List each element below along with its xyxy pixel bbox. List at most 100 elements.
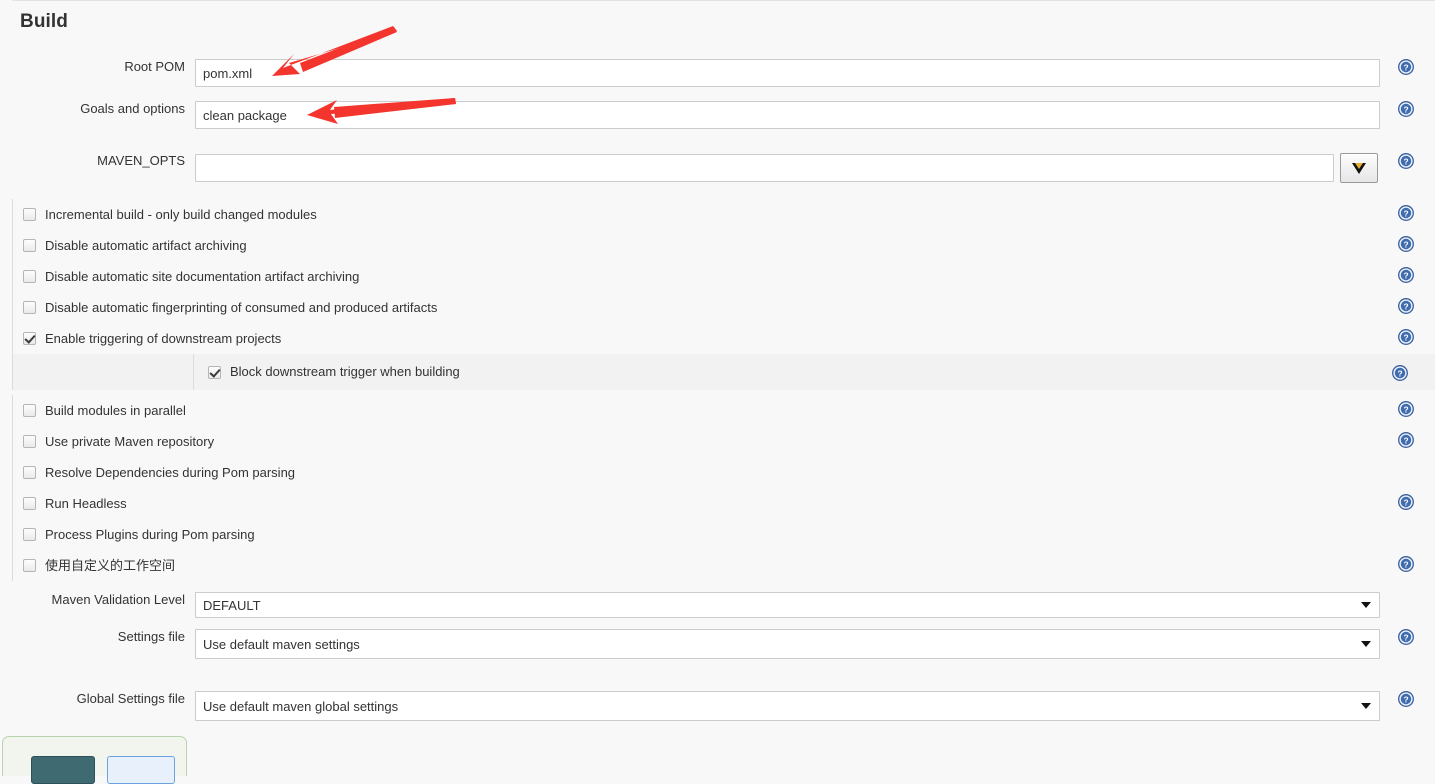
- checkbox-row-disable-fingerprinting[interactable]: Disable automatic fingerprinting of cons…: [13, 292, 1435, 323]
- goals-field-wrap: [195, 101, 1435, 129]
- checkbox-row-disable-site-doc-archiving[interactable]: Disable automatic site documentation art…: [13, 261, 1435, 292]
- checkbox-row-build-modules-parallel[interactable]: Build modules in parallel: [13, 395, 1435, 426]
- checkbox-row-block-downstream-trigger[interactable]: Block downstream trigger when building: [13, 354, 1435, 390]
- save-button[interactable]: [31, 756, 95, 784]
- page-title: Build: [20, 11, 68, 32]
- help-icon-disable-artifact-archiving[interactable]: ?: [1398, 236, 1414, 252]
- help-icon-run-headless[interactable]: ?: [1398, 494, 1414, 510]
- svg-text:?: ?: [1403, 560, 1408, 570]
- settings-file-value: Use default maven settings: [203, 636, 360, 652]
- maven-opts-label: MAVEN_OPTS: [97, 153, 185, 168]
- maven-opts-dropdown-button[interactable]: [1340, 153, 1378, 183]
- svg-text:?: ?: [1403, 302, 1408, 312]
- svg-text:?: ?: [1403, 105, 1408, 115]
- help-icon-custom-workspace[interactable]: ?: [1398, 556, 1414, 572]
- form-row-maven-opts: MAVEN_OPTS: [0, 153, 1435, 183]
- form-row-global-settings-file: Global Settings file Use default maven g…: [0, 691, 1435, 721]
- nested-indent-wrap: Block downstream trigger when building: [193, 354, 1435, 390]
- checkbox-row-process-plugins[interactable]: Process Plugins during Pom parsing: [13, 519, 1435, 550]
- checkbox-group-top: Incremental build - only build changed m…: [12, 199, 1435, 390]
- help-icon-root-pom[interactable]: ?: [1398, 59, 1414, 75]
- checkbox-resolve-dependencies[interactable]: [23, 466, 36, 479]
- help-icon-enable-downstream-trigger[interactable]: ?: [1398, 329, 1414, 345]
- checkbox-label: 使用自定义的工作空间: [45, 557, 176, 573]
- help-icon-incremental-build[interactable]: ?: [1398, 205, 1414, 221]
- global-settings-file-label: Global Settings file: [76, 691, 185, 706]
- help-icon-build-modules-parallel[interactable]: ?: [1398, 401, 1414, 417]
- svg-text:?: ?: [1403, 695, 1408, 705]
- svg-text:?: ?: [1403, 333, 1408, 343]
- checkbox-private-maven-repo[interactable]: [23, 435, 36, 448]
- checkbox-incremental-build[interactable]: [23, 208, 36, 221]
- root-pom-field-wrap: [195, 59, 1435, 87]
- checkbox-label: Use private Maven repository: [45, 433, 215, 449]
- form-row-root-pom: Root POM: [0, 59, 1435, 87]
- goals-label: Goals and options: [80, 101, 185, 116]
- checkbox-label: Process Plugins during Pom parsing: [45, 526, 255, 542]
- svg-text:?: ?: [1403, 271, 1408, 281]
- root-pom-label: Root POM: [124, 59, 185, 74]
- checkbox-row-custom-workspace[interactable]: 使用自定义的工作空间: [13, 550, 1435, 581]
- apply-button[interactable]: [107, 756, 175, 784]
- chevron-down-icon: [1361, 602, 1371, 608]
- chevron-down-icon: [1361, 641, 1371, 647]
- checkbox-row-private-maven-repo[interactable]: Use private Maven repository: [13, 426, 1435, 457]
- checkbox-disable-site-doc-archiving[interactable]: [23, 270, 36, 283]
- help-icon-block-downstream-trigger[interactable]: ?: [1392, 365, 1408, 381]
- form-row-goals: Goals and options: [0, 101, 1435, 129]
- checkbox-label: Disable automatic site documentation art…: [45, 268, 360, 284]
- checkbox-label: Build modules in parallel: [45, 402, 186, 418]
- top-divider: [12, 0, 1435, 1]
- help-icon-private-maven-repo[interactable]: ?: [1398, 432, 1414, 448]
- help-icon-goals[interactable]: ?: [1398, 101, 1414, 117]
- svg-text:?: ?: [1403, 436, 1408, 446]
- checkbox-group-bottom: Build modules in parallel Use private Ma…: [12, 395, 1435, 581]
- checkbox-disable-fingerprinting[interactable]: [23, 301, 36, 314]
- checkbox-label: Disable automatic artifact archiving: [45, 237, 247, 253]
- settings-file-field-wrap: Use default maven settings: [195, 629, 1435, 659]
- checkbox-row-resolve-dependencies[interactable]: Resolve Dependencies during Pom parsing: [13, 457, 1435, 488]
- validation-level-select[interactable]: DEFAULT: [195, 592, 1380, 618]
- global-settings-file-field-wrap: Use default maven global settings: [195, 691, 1435, 721]
- svg-text:?: ?: [1403, 63, 1408, 73]
- help-icon-settings-file[interactable]: ?: [1398, 629, 1414, 645]
- maven-opts-field-wrap: [195, 153, 1435, 183]
- svg-text:?: ?: [1397, 369, 1402, 379]
- help-icon-disable-fingerprinting[interactable]: ?: [1398, 298, 1414, 314]
- checkbox-block-downstream-trigger[interactable]: [208, 365, 221, 379]
- checkbox-label: Resolve Dependencies during Pom parsing: [45, 464, 296, 480]
- settings-file-select[interactable]: Use default maven settings: [195, 629, 1380, 659]
- root-pom-input[interactable]: [195, 59, 1380, 87]
- checkbox-label: Incremental build - only build changed m…: [45, 206, 317, 222]
- validation-level-label: Maven Validation Level: [51, 592, 185, 607]
- svg-text:?: ?: [1403, 209, 1408, 219]
- validation-level-value: DEFAULT: [203, 597, 261, 613]
- svg-text:?: ?: [1403, 498, 1408, 508]
- checkbox-process-plugins[interactable]: [23, 528, 36, 541]
- checkbox-label: Disable automatic fingerprinting of cons…: [45, 299, 438, 315]
- checkbox-custom-workspace[interactable]: [23, 559, 36, 572]
- chevron-down-icon: [1361, 703, 1371, 709]
- global-settings-file-value: Use default maven global settings: [203, 698, 399, 714]
- form-row-validation-level: Maven Validation Level DEFAULT: [0, 592, 1435, 618]
- global-settings-file-select[interactable]: Use default maven global settings: [195, 691, 1380, 721]
- checkbox-row-incremental-build[interactable]: Incremental build - only build changed m…: [13, 199, 1435, 230]
- help-icon-maven-opts[interactable]: ?: [1398, 153, 1414, 169]
- form-action-bar: [2, 736, 187, 784]
- svg-text:?: ?: [1403, 240, 1408, 250]
- form-row-settings-file: Settings file Use default maven settings: [0, 629, 1435, 659]
- checkbox-row-run-headless[interactable]: Run Headless: [13, 488, 1435, 519]
- svg-text:?: ?: [1403, 157, 1408, 167]
- checkbox-run-headless[interactable]: [23, 497, 36, 510]
- checkbox-label: Block downstream trigger when building: [230, 364, 460, 379]
- help-icon-disable-site-doc-archiving[interactable]: ?: [1398, 267, 1414, 283]
- checkbox-disable-artifact-archiving[interactable]: [23, 239, 36, 252]
- checkbox-enable-downstream-trigger[interactable]: [23, 332, 36, 345]
- goals-input[interactable]: [195, 101, 1380, 129]
- maven-opts-input[interactable]: [195, 154, 1334, 182]
- svg-text:?: ?: [1403, 633, 1408, 643]
- checkbox-row-enable-downstream-trigger[interactable]: Enable triggering of downstream projects: [13, 323, 1435, 354]
- checkbox-row-disable-artifact-archiving[interactable]: Disable automatic artifact archiving: [13, 230, 1435, 261]
- checkbox-build-modules-parallel[interactable]: [23, 404, 36, 417]
- help-icon-global-settings-file[interactable]: ?: [1398, 691, 1414, 707]
